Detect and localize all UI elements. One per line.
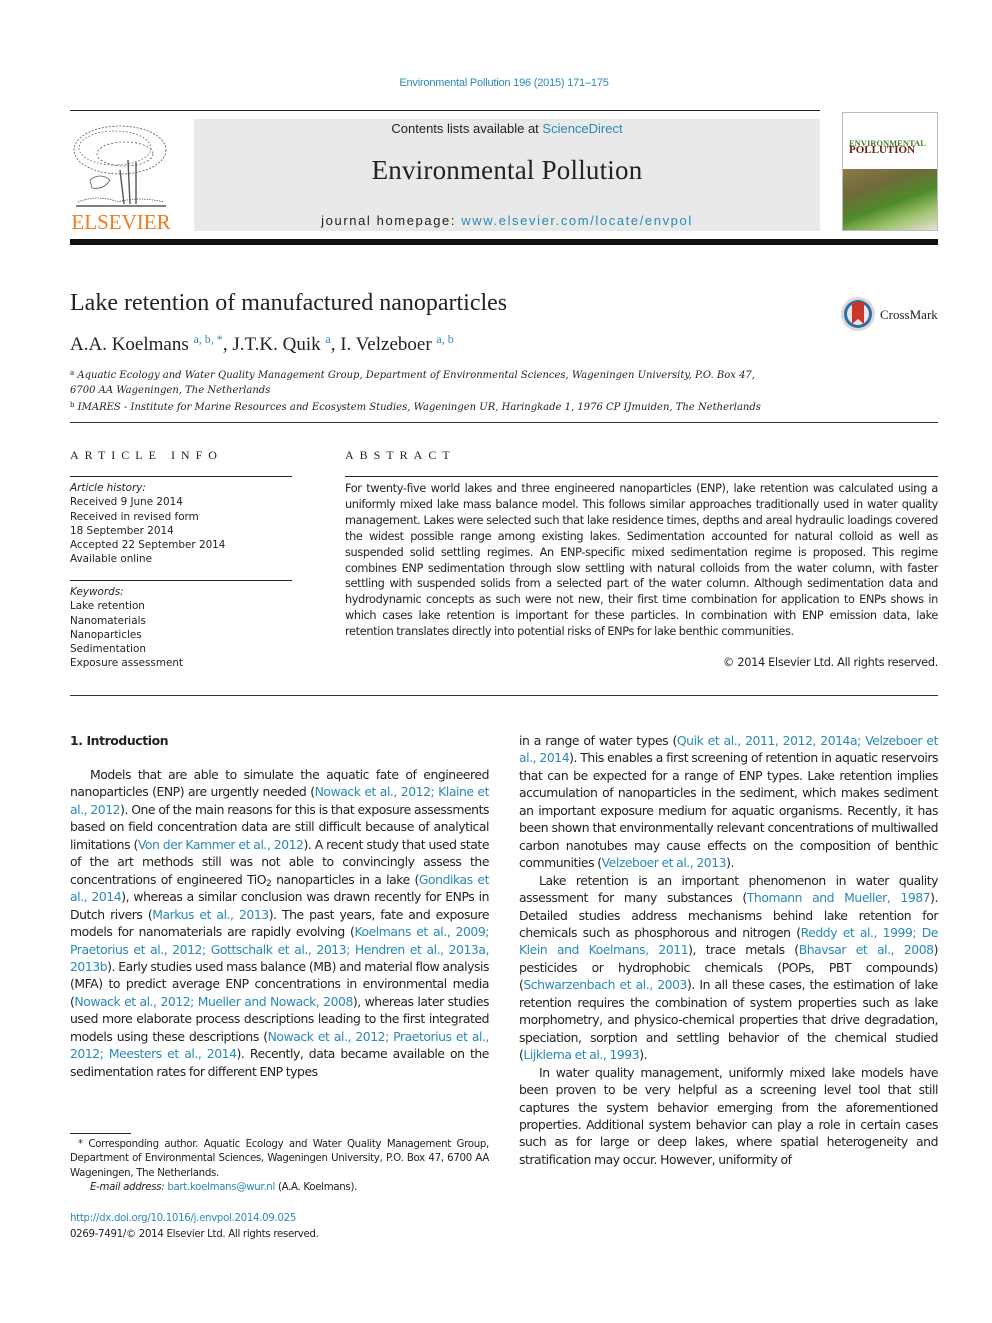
issn-copyright: 0269-7491/© 2014 Elsevier Ltd. All right… <box>70 1228 319 1240</box>
paragraph: In water quality management, uniformly m… <box>519 1064 938 1169</box>
crossmark-badge[interactable]: CrossMark <box>840 296 940 334</box>
author-affiliation-marks[interactable]: a, b <box>436 332 453 346</box>
citation-link[interactable]: Bhavsar et al., 2008 <box>799 942 934 957</box>
footnote: * Corresponding author. Aquatic Ecology … <box>70 1138 489 1196</box>
homepage-link[interactable]: www.elsevier.com/locate/envpol <box>461 213 693 228</box>
journal-name: Environmental Pollution <box>371 155 643 185</box>
email-link[interactable]: bart.koelmans@wur.nl <box>167 1182 275 1193</box>
abstract-copyright: © 2014 Elsevier Ltd. All rights reserved… <box>723 656 938 669</box>
history-item: 18 September 2014 <box>70 524 174 537</box>
citation-link[interactable]: Lijklema et al., 1993 <box>523 1047 639 1062</box>
body-column-right: in a range of water types (Quik et al., … <box>519 732 938 1168</box>
affiliation-mark: b <box>70 401 75 409</box>
text-run: ). <box>639 1047 648 1063</box>
homepage-prefix: journal homepage: <box>321 213 462 228</box>
keywords: Keywords: Lake retention Nanomaterials N… <box>70 585 183 671</box>
header-divider <box>70 239 938 245</box>
author-affiliation-marks[interactable]: a, b, * <box>193 332 222 346</box>
text-run: ). This enables a first screening of ret… <box>519 750 938 871</box>
elsevier-wordmark: ELSEVIER <box>71 210 171 234</box>
text-run: in a range of water types ( <box>519 733 677 748</box>
keyword: Sedimentation <box>70 643 146 656</box>
elsevier-logo[interactable]: ELSEVIER <box>68 118 174 234</box>
affiliation-text: Aquatic Ecology and Water Quality Manage… <box>70 370 755 396</box>
keyword: Exposure assessment <box>70 657 183 670</box>
divider <box>70 695 938 696</box>
contents-prefix: Contents lists available at <box>391 121 543 136</box>
citation-link[interactable]: Velzeboer et al., 2013 <box>602 855 727 870</box>
footnote-divider <box>70 1133 131 1134</box>
keywords-label: Keywords: <box>70 586 124 598</box>
affiliation: a Aquatic Ecology and Water Quality Mana… <box>70 366 770 398</box>
author-name[interactable]: J.T.K. Quik <box>232 334 320 355</box>
paragraph: Models that are able to simulate the aqu… <box>70 766 489 1080</box>
cover-title-line2: POLLUTION <box>849 144 916 156</box>
affiliation: b IMARES - Institute for Marine Resource… <box>70 398 770 416</box>
abstract-text: For twenty-five world lakes and three en… <box>345 482 938 639</box>
text-run: ), trace metals ( <box>688 942 799 958</box>
keyword: Nanomaterials <box>70 614 146 627</box>
divider <box>70 110 820 111</box>
divider <box>70 476 292 477</box>
corresponding-author-note: * Corresponding author. Aquatic Ecology … <box>70 1139 489 1179</box>
crossmark-label: CrossMark <box>880 307 938 322</box>
journal-homepage: journal homepage: www.elsevier.com/locat… <box>194 213 820 228</box>
history-item: Available online <box>70 553 153 566</box>
divider <box>70 580 292 581</box>
citation-link[interactable]: Schwarzenbach et al., 2003 <box>523 977 687 992</box>
history-item: Received in revised form <box>70 510 199 523</box>
paragraph: Lake retention is an important phenomeno… <box>519 872 938 1064</box>
tree-icon <box>73 125 167 207</box>
author-separator: , <box>222 334 233 355</box>
email-label: E-mail address: <box>90 1182 168 1194</box>
citation-link[interactable]: Thomann and Mueller, 1987 <box>747 890 931 905</box>
section-heading-introduction: 1. Introduction <box>70 733 169 748</box>
divider <box>70 422 938 423</box>
citation-link[interactable]: Nowack et al., 2012; Mueller and Nowack,… <box>74 994 353 1009</box>
journal-header-box: Contents lists available at ScienceDirec… <box>194 119 820 231</box>
article-info-heading: ARTICLE INFO <box>70 448 223 462</box>
history-item: Received 9 June 2014 <box>70 496 183 509</box>
article-history-label: Article history: <box>70 482 146 494</box>
body-column-left: Models that are able to simulate the aqu… <box>70 766 489 1080</box>
sciencedirect-link[interactable]: ScienceDirect <box>542 121 622 136</box>
journal-citation[interactable]: Environmental Pollution 196 (2015) 171–1… <box>0 77 992 89</box>
keyword: Lake retention <box>70 600 145 613</box>
email-line: E-mail address: bart.koelmans@wur.nl (A.… <box>70 1181 489 1195</box>
text-run: In water quality management, uniformly m… <box>519 1064 938 1167</box>
article-title: Lake retention of manufactured nanoparti… <box>70 290 508 316</box>
keyword: Nanoparticles <box>70 628 142 641</box>
divider <box>345 476 938 477</box>
author-name[interactable]: I. Velzeboer <box>340 334 431 355</box>
author-list: A.A. Koelmans a, b, *, J.T.K. Quik a, I.… <box>70 332 454 356</box>
paragraph: in a range of water types (Quik et al., … <box>519 732 938 872</box>
text-run: ). <box>726 855 734 871</box>
affiliation-text: IMARES - Institute for Marine Resources … <box>77 402 761 413</box>
email-suffix: (A.A. Koelmans). <box>275 1182 358 1194</box>
doi-block: http://dx.doi.org/10.1016/j.envpol.2014.… <box>70 1211 319 1242</box>
history-item: Accepted 22 September 2014 <box>70 539 226 552</box>
doi-link[interactable]: http://dx.doi.org/10.1016/j.envpol.2014.… <box>70 1211 319 1227</box>
citation-link[interactable]: Von der Kammer et al., 2012 <box>138 837 304 852</box>
cover-image <box>843 169 937 230</box>
article-history: Article history: Received 9 June 2014 Re… <box>70 481 225 567</box>
journal-cover-thumbnail[interactable]: ENVIRONMENTAL POLLUTION <box>842 112 938 231</box>
text-run: nanoparticles in a lake ( <box>271 871 419 887</box>
author-name[interactable]: A.A. Koelmans <box>70 334 189 355</box>
affiliation-mark: a <box>70 369 75 377</box>
abstract-heading: ABSTRACT <box>345 448 456 462</box>
contents-line: Contents lists available at ScienceDirec… <box>194 121 820 136</box>
affiliations: a Aquatic Ecology and Water Quality Mana… <box>70 366 770 416</box>
author-separator: , <box>330 334 341 355</box>
crossmark-icon <box>841 297 875 331</box>
citation-link[interactable]: Markus et al., 2013 <box>152 907 269 922</box>
